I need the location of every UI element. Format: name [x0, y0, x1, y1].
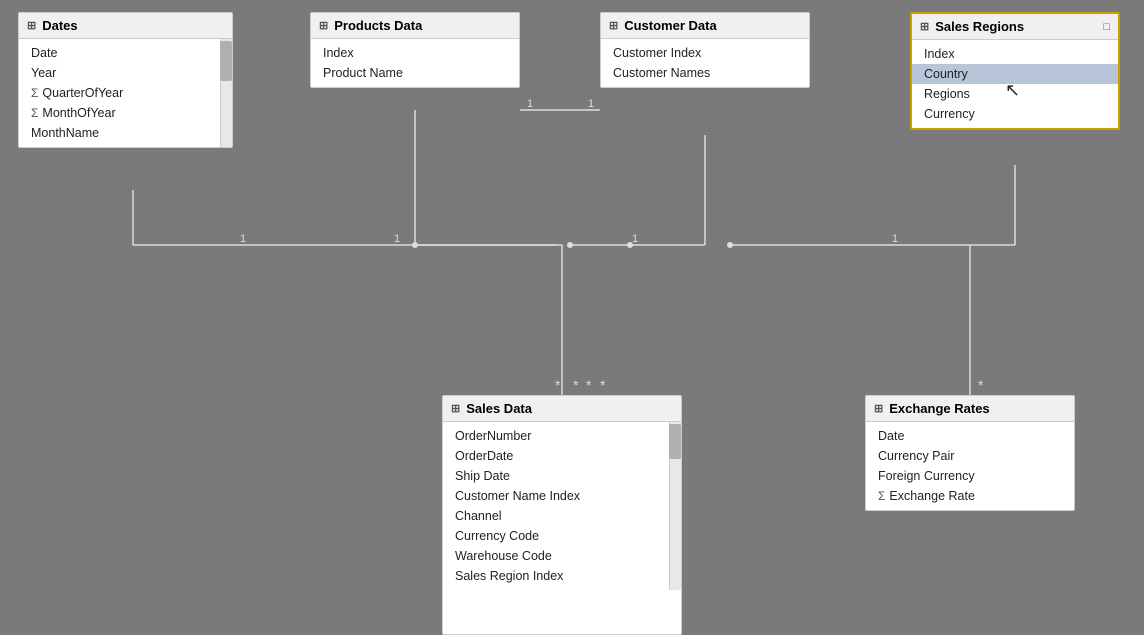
- products-field-index: Index: [311, 43, 519, 63]
- products-table: ⊞ Products Data Index Product Name: [310, 12, 520, 88]
- customer-header: ⊞ Customer Data: [601, 13, 809, 39]
- svg-text:1: 1: [527, 98, 533, 110]
- svg-text:1: 1: [240, 233, 246, 245]
- customer-field-index: Customer Index: [601, 43, 809, 63]
- sales-data-field-salesregionindex: Sales Region Index: [443, 566, 667, 586]
- customer-field-names: Customer Names: [601, 63, 809, 83]
- products-body: Index Product Name: [311, 39, 519, 87]
- svg-text:1: 1: [892, 233, 898, 245]
- sales-regions-field-country: Country: [912, 64, 1118, 84]
- sales-regions-title: Sales Regions: [935, 19, 1024, 34]
- products-field-productname: Product Name: [311, 63, 519, 83]
- exchange-rates-field-exchangerate: Σ Exchange Rate: [866, 486, 1074, 506]
- dates-field-monthname: MonthName: [19, 123, 218, 143]
- exchange-rates-table: ⊞ Exchange Rates Date Currency Pair Fore…: [865, 395, 1075, 511]
- customer-table: ⊞ Customer Data Customer Index Customer …: [600, 12, 810, 88]
- products-header: ⊞ Products Data: [311, 13, 519, 39]
- table-icon: ⊞: [874, 402, 883, 415]
- sales-data-field-orderdate: OrderDate: [443, 446, 667, 466]
- sales-regions-field-index: Index: [912, 44, 1118, 64]
- svg-text:*: *: [600, 377, 606, 393]
- exchange-rates-field-foreigncurrency: Foreign Currency: [866, 466, 1074, 486]
- exchange-rates-body: Date Currency Pair Foreign Currency Σ Ex…: [866, 422, 1074, 510]
- exchange-rates-field-currencypair: Currency Pair: [866, 446, 1074, 466]
- svg-text:*: *: [573, 377, 579, 393]
- dates-field-monthofyear: Σ MonthOfYear: [19, 103, 218, 123]
- sales-data-field-shipdate: Ship Date: [443, 466, 667, 486]
- sales-data-field-warehousecode: Warehouse Code: [443, 546, 667, 566]
- sales-data-field-currencycode: Currency Code: [443, 526, 667, 546]
- dates-header: ⊞ Dates: [19, 13, 232, 39]
- svg-text:*: *: [586, 377, 592, 393]
- sales-data-table: ⊞ Sales Data OrderNumber OrderDate Ship …: [442, 395, 682, 635]
- sales-regions-field-regions: Regions: [912, 84, 1118, 104]
- sales-data-field-customernameindex: Customer Name Index: [443, 486, 667, 506]
- expand-icon[interactable]: □: [1103, 21, 1110, 33]
- sales-regions-body: Index Country Regions Currency: [912, 40, 1118, 128]
- table-icon: ⊞: [27, 19, 36, 32]
- table-icon: ⊞: [319, 19, 328, 32]
- sales-regions-field-currency: Currency: [912, 104, 1118, 124]
- sales-data-field-ordernumber: OrderNumber: [443, 426, 667, 446]
- svg-text:*: *: [978, 377, 984, 393]
- customer-title: Customer Data: [624, 18, 716, 33]
- customer-body: Customer Index Customer Names: [601, 39, 809, 87]
- sales-data-scrollbar[interactable]: [669, 422, 681, 590]
- dates-field-date: Date: [19, 43, 218, 63]
- sales-data-body: OrderNumber OrderDate Ship Date Customer…: [443, 422, 681, 590]
- exchange-rates-title: Exchange Rates: [889, 401, 989, 416]
- sales-regions-table: ⊞ Sales Regions □ Index Country Regions …: [910, 12, 1120, 130]
- dates-scrollbar[interactable]: [220, 39, 232, 147]
- svg-text:1: 1: [588, 98, 594, 110]
- table-icon: ⊞: [920, 20, 929, 33]
- dates-title: Dates: [42, 18, 77, 33]
- dates-table: ⊞ Dates Date Year Σ QuarterOfYear Σ Mont…: [18, 12, 233, 148]
- svg-text:1: 1: [632, 233, 638, 245]
- sales-data-header: ⊞ Sales Data: [443, 396, 681, 422]
- svg-text:1: 1: [394, 233, 400, 245]
- sales-data-title: Sales Data: [466, 401, 532, 416]
- table-icon: ⊞: [451, 402, 460, 415]
- table-icon: ⊞: [609, 19, 618, 32]
- sales-regions-header: ⊞ Sales Regions □: [912, 14, 1118, 40]
- sales-data-field-channel: Channel: [443, 506, 667, 526]
- exchange-rates-field-date: Date: [866, 426, 1074, 446]
- dates-field-year: Year: [19, 63, 218, 83]
- exchange-rates-header: ⊞ Exchange Rates: [866, 396, 1074, 422]
- products-title: Products Data: [334, 18, 422, 33]
- svg-text:*: *: [555, 377, 561, 393]
- dates-field-quarterofyear: Σ QuarterOfYear: [19, 83, 218, 103]
